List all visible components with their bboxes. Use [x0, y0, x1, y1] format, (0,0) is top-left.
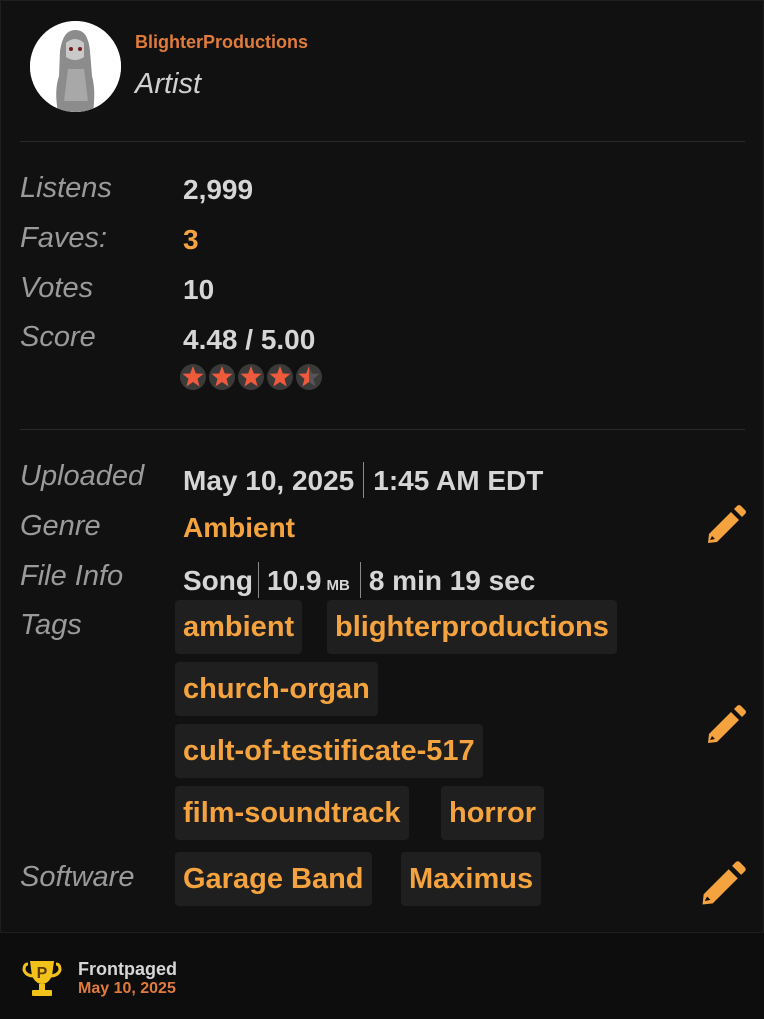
star-icon [267, 364, 293, 390]
fileinfo-label: File Info [20, 560, 124, 592]
half-star-icon [296, 364, 322, 390]
edit-software-pencil-icon[interactable] [698, 859, 748, 909]
tags-label: Tags [20, 609, 82, 641]
tag-chip[interactable]: ambient [175, 600, 303, 654]
listens-value: 2,999 [183, 174, 254, 205]
divider [20, 141, 745, 142]
votes-label: Votes [20, 272, 94, 304]
separator [363, 462, 365, 498]
frontpage-trophy-icon: P [22, 961, 62, 996]
fileinfo-value: Song 10.9 MB 8 min 19 sec [183, 562, 535, 598]
genre-label: Genre [20, 510, 101, 542]
software-chip[interactable]: Garage Band [175, 852, 372, 906]
file-duration: 8 min 19 sec [368, 565, 536, 596]
frontpaged-title: Frontpaged [78, 959, 177, 979]
frontpaged-date: May 10, 2025 [78, 980, 176, 997]
tag-chip[interactable]: horror [441, 786, 544, 840]
avatar-figure-icon [30, 21, 121, 112]
tag-chip[interactable]: church-organ [175, 662, 378, 716]
software-label: Software [20, 861, 135, 893]
tag-chip[interactable]: film-soundtrack [175, 786, 409, 840]
artist-name-link[interactable]: BlighterProductions [135, 32, 308, 53]
submission-info-card: BlighterProductions Artist Listens 2,999… [0, 0, 764, 933]
uploaded-value: May 10, 2025 1:45 AM EDT [183, 462, 543, 498]
score-label: Score [20, 321, 96, 353]
uploaded-date: May 10, 2025 [183, 465, 355, 496]
tag-chip[interactable]: cult-of-testificate-517 [175, 724, 483, 778]
score-value: 4.48 / 5.00 [183, 324, 316, 355]
star-icon [180, 364, 206, 390]
divider [20, 429, 745, 430]
tag-chip[interactable]: blighterproductions [327, 600, 617, 654]
artist-avatar[interactable] [30, 21, 121, 112]
separator [359, 562, 361, 598]
svg-text:P: P [37, 965, 48, 982]
genre-link[interactable]: Ambient [183, 512, 295, 544]
uploaded-label: Uploaded [20, 460, 145, 492]
faves-label: Faves: [20, 222, 108, 254]
edit-genre-pencil-icon[interactable] [704, 503, 748, 547]
file-size: 10.9 [267, 565, 322, 596]
software-chip[interactable]: Maximus [401, 852, 542, 906]
score-stars [179, 363, 323, 391]
separator [258, 562, 259, 598]
file-type: Song [183, 565, 253, 596]
edit-tags-pencil-icon[interactable] [704, 703, 748, 747]
star-icon [209, 364, 235, 390]
artist-role: Artist [135, 68, 202, 100]
uploaded-time: 1:45 AM EDT [373, 465, 544, 496]
star-icon [238, 364, 264, 390]
faves-value[interactable]: 3 [183, 224, 199, 256]
votes-value: 10 [183, 274, 215, 305]
listens-label: Listens [20, 172, 112, 204]
file-size-unit: MB [326, 577, 350, 594]
